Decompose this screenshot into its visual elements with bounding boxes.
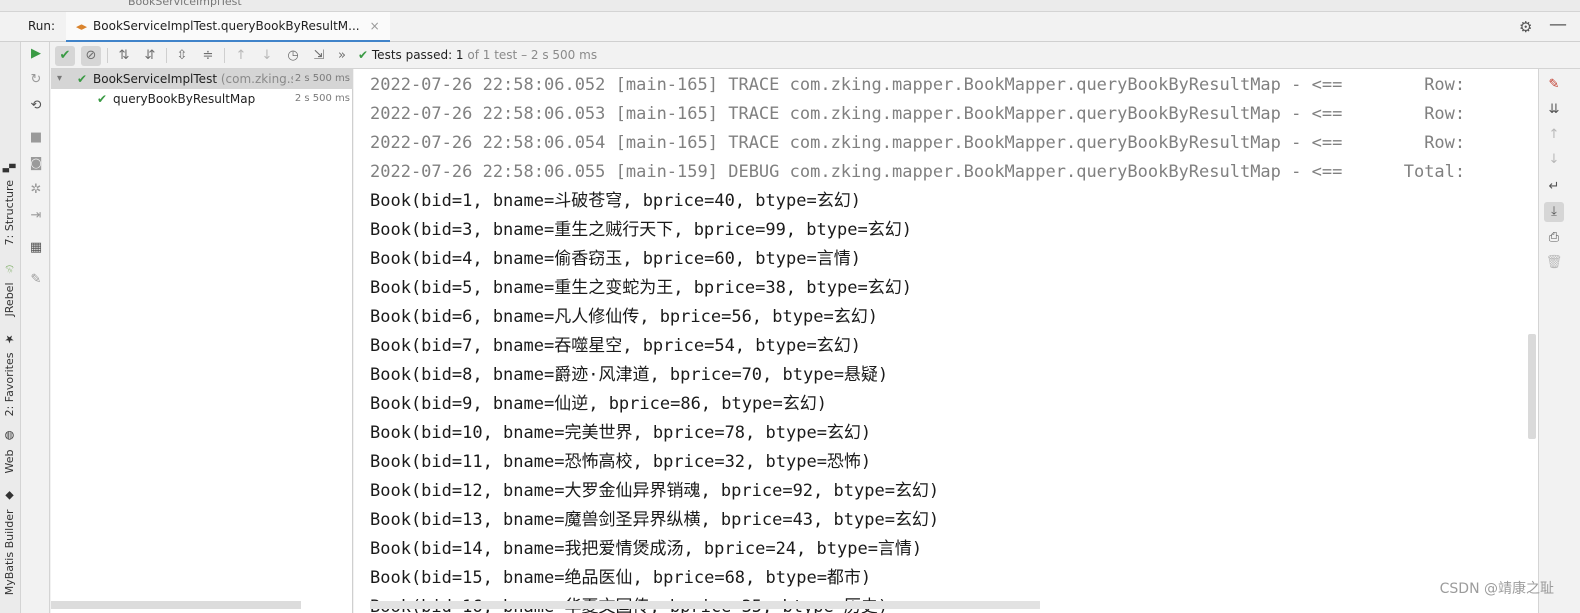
- autoscroll-icon[interactable]: ⤓: [1544, 202, 1564, 222]
- layout-icon[interactable]: ▦: [27, 239, 45, 257]
- collapse-all-icon[interactable]: ≑: [198, 46, 218, 66]
- tree-row-duration: 2 s 500 ms: [292, 69, 350, 89]
- run-label: Run:: [28, 19, 56, 33]
- debug-icon[interactable]: ✲: [27, 181, 45, 199]
- test-runner-toolbar: ✔ ⊘ ⇅ ⇵ ⇳ ≑ ↑ ↓ ◷ ⇲ » ✔ Tests passed: 1 …: [51, 42, 1580, 69]
- side-tab-label: Web: [3, 449, 16, 474]
- console-line: 2022-07-26 22:58:06.053 [main-165] TRACE…: [370, 104, 1466, 124]
- toolbar-separator: [107, 48, 108, 63]
- horizontal-scrollbar[interactable]: [51, 601, 301, 609]
- side-tab-structure[interactable]: 7: Structure ▚: [3, 164, 16, 245]
- console-line: Book(bid=5, bname=重生之变蛇为王, bprice=38, bt…: [370, 278, 912, 298]
- console-line: Book(bid=9, bname=仙逆, bprice=86, btype=玄…: [370, 394, 827, 414]
- pin-icon[interactable]: ✎: [27, 271, 45, 289]
- gear-icon[interactable]: ⚙: [1519, 18, 1532, 36]
- down-arrow-icon[interactable]: ↓: [1544, 150, 1564, 170]
- chevron-down-icon[interactable]: ▾: [57, 69, 62, 89]
- console-line: Book(bid=10, bname=完美世界, bprice=78, btyp…: [370, 423, 872, 443]
- mybatis-icon: ◆: [3, 489, 16, 502]
- toolbar-separator: [166, 48, 167, 63]
- console-output: 2022-07-26 22:58:06.052 [main-165] TRACE…: [354, 69, 1538, 613]
- console-line: Book(bid=1, bname=斗破苍穹, bprice=40, btype…: [370, 191, 861, 211]
- toolbar-separator: [224, 48, 225, 63]
- tree-row-test-class[interactable]: ▾ ✔ BookServiceImplTest (com.zking.se 2 …: [51, 69, 353, 89]
- tree-row-name: BookServiceImplTest: [93, 72, 218, 86]
- side-tab-web[interactable]: Web ◍: [3, 429, 16, 473]
- console-line: 2022-07-26 22:58:06.054 [main-165] TRACE…: [370, 133, 1466, 153]
- side-tab-label: 2: Favorites: [3, 352, 16, 417]
- side-tab-favorites[interactable]: 2: Favorites ★: [3, 332, 16, 416]
- web-icon: ◍: [3, 429, 16, 442]
- prev-failed-icon[interactable]: ↑: [231, 46, 251, 66]
- close-icon[interactable]: ×: [370, 19, 380, 33]
- sort-alpha-icon[interactable]: ⇅: [114, 46, 134, 66]
- console-line: Book(bid=8, bname=爵迹·风津道, bprice=70, bty…: [370, 365, 889, 385]
- tree-row-test-method[interactable]: ✔ queryBookByResultMap 2 s 500 ms: [51, 89, 353, 109]
- side-tab-label: JRebel: [3, 282, 16, 317]
- rerun-failed-icon[interactable]: ↻: [27, 71, 45, 89]
- tree-row-duration: 2 s 500 ms: [294, 93, 350, 104]
- console-line: Book(bid=4, bname=偷香窃玉, bprice=60, btype…: [370, 249, 861, 269]
- check-icon: ✔: [358, 48, 369, 62]
- rerun-icon[interactable]: ▶: [27, 45, 45, 63]
- expand-all-icon[interactable]: ⇳: [172, 46, 192, 66]
- exit-icon[interactable]: ⇥: [27, 207, 45, 225]
- console-line: Book(bid=11, bname=恐怖高校, bprice=32, btyp…: [370, 452, 872, 472]
- toggle-auto-test-icon[interactable]: ⟲: [27, 97, 45, 115]
- test-status-summary: ✔ Tests passed: 1 of 1 test – 2 s 500 ms: [358, 48, 597, 62]
- snapshot-icon[interactable]: ◙: [27, 155, 45, 173]
- tests-total-duration: of 1 test – 2 s 500 ms: [467, 48, 598, 62]
- show-ignored-icon[interactable]: ⊘: [81, 46, 101, 66]
- watermark: CSDN @靖康之耻: [1439, 581, 1554, 597]
- window-title-strip: BookServiceImplTest: [0, 0, 1580, 12]
- run-toolwindow-header: Run: ◂▸ BookServiceImplTest.queryBookByR…: [0, 12, 1580, 42]
- test-results-tree: ▾ ✔ BookServiceImplTest (com.zking.se 2 …: [51, 69, 353, 613]
- history-icon[interactable]: ◷: [283, 46, 303, 66]
- structure-icon: ▚: [3, 164, 16, 173]
- scroll-to-end-icon[interactable]: ⇊: [1544, 100, 1564, 120]
- check-icon: ✔: [97, 92, 108, 106]
- stop-icon[interactable]: ■: [27, 129, 45, 147]
- console-line: Book(bid=15, bname=绝品医仙, bprice=68, btyp…: [370, 568, 872, 588]
- more-icon[interactable]: »: [335, 46, 349, 66]
- wrap-icon[interactable]: ↵: [1544, 177, 1564, 197]
- side-tab-label: 7: Structure: [3, 179, 16, 246]
- side-tab-label: MyBatis Builder: [3, 509, 16, 596]
- console-line: 2022-07-26 22:58:06.055 [main-159] DEBUG…: [370, 162, 1466, 182]
- show-passed-icon[interactable]: ✔: [55, 46, 75, 66]
- console-line: Book(bid=13, bname=魔兽剑圣异界纵横, bprice=43, …: [370, 510, 940, 530]
- window-title-fragment: BookServiceImplTest: [128, 0, 242, 8]
- sort-duration-icon[interactable]: ⇵: [140, 46, 160, 66]
- jrebel-icon: ♨: [3, 262, 16, 275]
- side-tab-jrebel[interactable]: JRebel ♨: [3, 262, 16, 316]
- print-icon[interactable]: ⎙: [1544, 228, 1564, 248]
- minimize-icon[interactable]: —: [1549, 14, 1567, 35]
- console-line: Book(bid=7, bname=吞噬星空, bprice=54, btype…: [370, 336, 861, 356]
- console-line: Book(bid=14, bname=我把爱情煲成汤, bprice=24, b…: [370, 539, 923, 559]
- console-line: 2022-07-26 22:58:06.052 [main-165] TRACE…: [370, 75, 1466, 95]
- side-tab-mybatis-builder[interactable]: MyBatis Builder ◆: [3, 489, 16, 595]
- console-line: Book(bid=3, bname=重生之贼行天下, bprice=99, bt…: [370, 220, 912, 240]
- left-tool-window-strip: 7: Structure ▚ JRebel ♨ 2: Favorites ★ W…: [0, 42, 21, 613]
- test-config-icon: ◂▸: [76, 19, 88, 33]
- check-icon: ✔: [77, 72, 88, 86]
- soft-wrap-icon[interactable]: ✎: [1544, 75, 1564, 95]
- console-line: Book(bid=12, bname=大罗金仙异界销魂, bprice=92, …: [370, 481, 940, 501]
- console-right-toolbar: ✎ ⇊ ↑ ↓ ↵ ⤓ ⎙ 🗑: [1538, 69, 1580, 613]
- trash-icon[interactable]: 🗑: [1544, 253, 1564, 273]
- star-icon: ★: [3, 332, 16, 345]
- console-line: Book(bid=6, bname=凡人修仙传, bprice=56, btyp…: [370, 307, 878, 327]
- tests-passed-count: Tests passed: 1: [371, 48, 464, 62]
- run-left-toolbar: ▶ ↻ ⟲ ■ ◙ ✲ ⇥ ▦ ✎: [22, 42, 50, 613]
- horizontal-scrollbar[interactable]: [370, 601, 1040, 609]
- export-icon[interactable]: ⇲: [309, 46, 329, 66]
- tree-row-package: (com.zking.se: [220, 72, 305, 86]
- run-config-tab-title: BookServiceImplTest.queryBookByResultM..…: [93, 19, 360, 33]
- tree-row-name: queryBookByResultMap: [113, 92, 256, 106]
- next-failed-icon[interactable]: ↓: [257, 46, 277, 66]
- run-config-tab[interactable]: ◂▸ BookServiceImplTest.queryBookByResult…: [66, 12, 390, 42]
- vertical-scrollbar[interactable]: [1528, 334, 1536, 439]
- up-arrow-icon[interactable]: ↑: [1544, 125, 1564, 145]
